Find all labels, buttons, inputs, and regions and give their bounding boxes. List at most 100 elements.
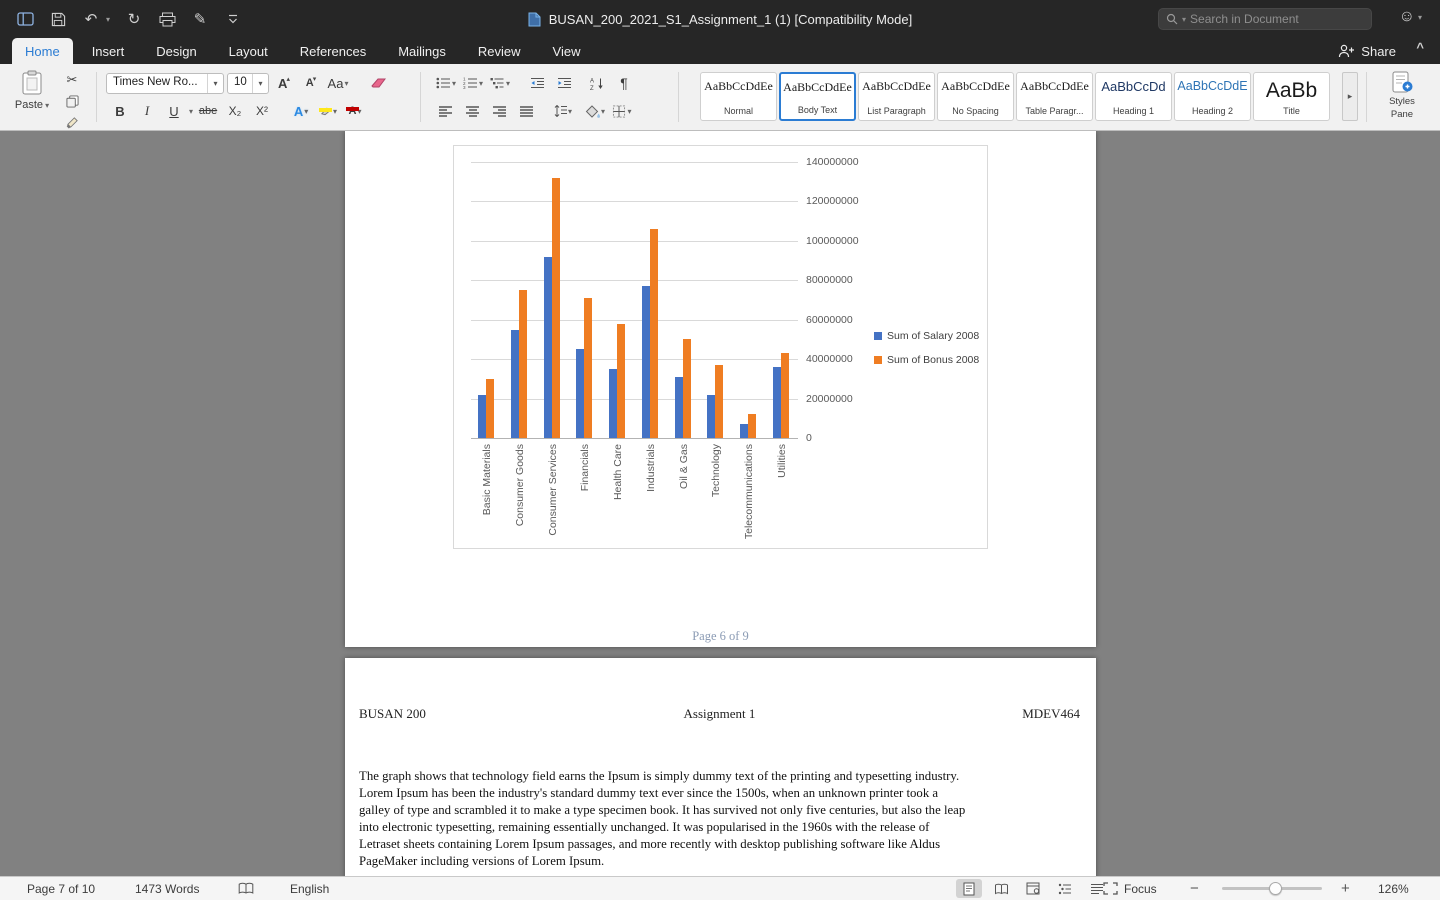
search-box[interactable]: ▾	[1158, 8, 1372, 30]
tab-references[interactable]: References	[287, 38, 379, 64]
italic-button[interactable]: I	[135, 100, 159, 122]
tab-review[interactable]: Review	[465, 38, 534, 64]
bold-button[interactable]: B	[108, 100, 132, 122]
focus-button[interactable]: Focus	[1103, 877, 1157, 900]
language-selector[interactable]: English	[290, 877, 329, 900]
draw-pen-icon[interactable]: ✎	[191, 9, 209, 29]
outline-view-button[interactable]	[1052, 879, 1078, 898]
increase-indent-button[interactable]	[552, 72, 576, 94]
line-spacing-button[interactable]: ▾	[550, 100, 574, 122]
underline-button[interactable]: U	[162, 100, 186, 122]
bar-bonus[interactable]	[683, 339, 691, 438]
bullet-list-button[interactable]: ▾	[434, 72, 458, 94]
bar-bonus[interactable]	[748, 414, 756, 438]
page-indicator[interactable]: Page 7 of 10	[27, 877, 95, 900]
bar-salary[interactable]	[478, 395, 486, 438]
bar-salary[interactable]	[773, 367, 781, 438]
tab-design[interactable]: Design	[143, 38, 209, 64]
numbered-list-button[interactable]: 123 ▾	[461, 72, 485, 94]
zoom-percentage[interactable]: 126%	[1378, 877, 1409, 900]
chart[interactable]: 1400000001200000001000000008000000060000…	[453, 145, 988, 549]
redo-icon[interactable]: ↻	[125, 9, 143, 29]
style-nospacing[interactable]: AaBbCcDdEeNo Spacing	[937, 72, 1014, 121]
bar-bonus[interactable]	[584, 298, 592, 438]
style-list[interactable]: AaBbCcDdEeList Paragraph	[858, 72, 935, 121]
spellcheck-icon[interactable]	[238, 877, 254, 900]
bar-bonus[interactable]	[486, 379, 494, 438]
print-layout-view-button[interactable]	[956, 879, 982, 898]
font-size-combo[interactable]: 10 ▾	[227, 73, 269, 94]
clear-formatting-button[interactable]	[367, 72, 391, 94]
collapse-ribbon-icon[interactable]: ^	[1416, 40, 1424, 55]
superscript-button[interactable]: X²	[250, 100, 274, 122]
style-h1[interactable]: AaBbCcDdHeading 1	[1095, 72, 1172, 121]
more-styles-button[interactable]: ▸	[1342, 72, 1358, 121]
format-painter-button[interactable]	[60, 114, 84, 130]
bar-salary[interactable]	[511, 330, 519, 438]
bar-salary[interactable]	[707, 395, 715, 438]
tab-home[interactable]: Home	[12, 38, 73, 64]
align-left-button[interactable]	[434, 100, 458, 122]
tab-layout[interactable]: Layout	[216, 38, 281, 64]
style-table[interactable]: AaBbCcDdEeTable Paragr...	[1016, 72, 1093, 121]
shrink-font-button[interactable]: A▾	[299, 72, 323, 94]
word-count[interactable]: 1473 Words	[135, 877, 199, 900]
justify-button[interactable]	[515, 100, 539, 122]
grow-font-button[interactable]: A▴	[272, 72, 296, 94]
save-icon[interactable]	[49, 9, 67, 29]
bar-salary[interactable]	[576, 349, 584, 438]
tab-mailings[interactable]: Mailings	[385, 38, 459, 64]
share-button[interactable]: Share	[1338, 38, 1396, 64]
style-title[interactable]: AaBbTitle	[1253, 72, 1330, 121]
zoom-slider[interactable]	[1222, 887, 1322, 890]
feedback-smiley[interactable]: ☺ ▾	[1399, 8, 1422, 26]
multilevel-list-button[interactable]: ▾	[488, 72, 512, 94]
font-name-combo[interactable]: Times New Ro... ▾	[106, 73, 224, 94]
show-paragraph-marks-button[interactable]: ¶	[612, 72, 636, 94]
sidebar-toggle-icon[interactable]	[16, 9, 34, 29]
bar-salary[interactable]	[740, 424, 748, 438]
bar-bonus[interactable]	[650, 229, 658, 438]
body-paragraph[interactable]: The graph shows that technology field ea…	[359, 768, 1086, 870]
bar-bonus[interactable]	[519, 290, 527, 438]
search-input[interactable]	[1190, 12, 1350, 26]
search-scope-caret-icon[interactable]: ▾	[1182, 15, 1186, 24]
bar-bonus[interactable]	[715, 365, 723, 438]
bar-bonus[interactable]	[552, 178, 560, 438]
sort-button[interactable]: AZ	[585, 72, 609, 94]
style-h2[interactable]: AaBbCcDdEHeading 2	[1174, 72, 1251, 121]
font-color-button[interactable]: A ▾	[343, 100, 367, 122]
zoom-slider-thumb[interactable]	[1269, 882, 1282, 895]
bar-salary[interactable]	[609, 369, 617, 438]
bar-bonus[interactable]	[617, 324, 625, 438]
read-mode-view-button[interactable]	[988, 879, 1014, 898]
print-icon[interactable]	[158, 9, 176, 29]
highlight-button[interactable]: ▾	[316, 100, 340, 122]
tab-insert[interactable]: Insert	[79, 38, 138, 64]
bar-salary[interactable]	[642, 286, 650, 438]
paste-button[interactable]: Paste ▾	[10, 70, 54, 111]
change-case-button[interactable]: Aa▾	[326, 72, 350, 94]
align-center-button[interactable]	[461, 100, 485, 122]
copy-button[interactable]	[60, 93, 84, 109]
strikethrough-button[interactable]: abe	[196, 100, 220, 122]
customize-toolbar-icon[interactable]	[224, 9, 242, 29]
style-bodytext[interactable]: AaBbCcDdEeBody Text	[779, 72, 856, 121]
bar-bonus[interactable]	[781, 353, 789, 438]
zoom-out-button[interactable]: −	[1190, 877, 1199, 900]
bar-salary[interactable]	[544, 257, 552, 438]
align-right-button[interactable]	[488, 100, 512, 122]
bar-salary[interactable]	[675, 377, 683, 438]
cut-button[interactable]: ✂	[60, 72, 84, 88]
tab-view[interactable]: View	[540, 38, 594, 64]
undo-caret-icon[interactable]: ▾	[106, 15, 110, 24]
style-normal[interactable]: AaBbCcDdEeNormal	[700, 72, 777, 121]
document-page-6[interactable]: 1400000001200000001000000008000000060000…	[345, 131, 1096, 647]
shading-button[interactable]: ▾	[583, 100, 607, 122]
decrease-indent-button[interactable]	[525, 72, 549, 94]
web-layout-view-button[interactable]	[1020, 879, 1046, 898]
borders-button[interactable]: ▾	[610, 100, 634, 122]
undo-icon[interactable]: ↶	[82, 9, 100, 29]
zoom-in-button[interactable]: +	[1341, 877, 1350, 900]
underline-caret-icon[interactable]: ▾	[189, 107, 193, 116]
